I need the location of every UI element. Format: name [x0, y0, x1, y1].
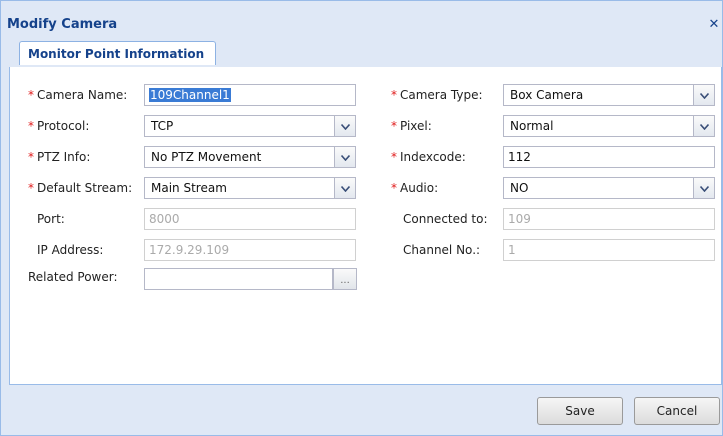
ptz-info-label: * PTZ Info: — [28, 150, 90, 164]
form-panel: * Camera Name: 109Channel1 * Protocol: TCP… — [9, 67, 722, 385]
related-power-label: Related Power: — [28, 270, 118, 284]
cancel-button[interactable]: Cancel — [634, 397, 720, 425]
ptz-info-value: No PTZ Movement — [151, 150, 262, 164]
chevron-down-icon[interactable] — [693, 116, 714, 136]
required-marker: * — [391, 119, 397, 133]
related-power-browse-button[interactable]: ... — [333, 268, 357, 290]
camera-type-label: * Camera Type: — [391, 88, 483, 102]
chevron-down-icon[interactable] — [334, 178, 355, 198]
ptz-info-label-text: PTZ Info: — [37, 150, 91, 164]
protocol-value: TCP — [151, 119, 174, 133]
pixel-label: * Pixel: — [391, 119, 432, 133]
tab-strip: Monitor Point Information — [9, 41, 722, 68]
required-marker: * — [391, 88, 397, 102]
port-label: Port: — [37, 212, 65, 226]
audio-value: NO — [510, 181, 529, 195]
protocol-label-text: Protocol: — [37, 119, 90, 133]
required-marker: * — [28, 181, 34, 195]
indexcode-label-text: Indexcode: — [400, 150, 466, 164]
connected-to-label: Connected to: — [403, 212, 488, 226]
connected-to-input: 109 — [503, 208, 715, 230]
ip-address-input: 172.9.29.109 — [144, 239, 356, 261]
camera-type-label-text: Camera Type: — [400, 88, 483, 102]
camera-name-label-text: Camera Name: — [37, 88, 128, 102]
pixel-label-text: Pixel: — [400, 119, 432, 133]
chevron-down-icon[interactable] — [334, 116, 355, 136]
camera-name-label: * Camera Name: — [28, 88, 127, 102]
channel-no-input: 1 — [503, 239, 715, 261]
dialog-footer: Save Cancel — [9, 385, 722, 435]
default-stream-value: Main Stream — [151, 181, 227, 195]
protocol-select[interactable]: TCP — [144, 115, 356, 137]
ip-address-label: IP Address: — [37, 243, 104, 257]
camera-type-value: Box Camera — [510, 88, 584, 102]
channel-no-label: Channel No.: — [403, 243, 481, 257]
required-marker: * — [28, 88, 34, 102]
audio-select[interactable]: NO — [503, 177, 715, 199]
pixel-value: Normal — [510, 119, 554, 133]
related-power-input[interactable] — [144, 268, 333, 290]
required-marker: * — [391, 150, 397, 164]
close-icon[interactable]: ✕ — [708, 18, 720, 32]
indexcode-label: * Indexcode: — [391, 150, 466, 164]
modify-camera-dialog: Modify Camera ✕ Monitor Point Informatio… — [0, 0, 723, 436]
port-input: 8000 — [144, 208, 356, 230]
indexcode-input[interactable]: 112 — [503, 146, 715, 168]
camera-name-input[interactable]: 109Channel1 — [144, 84, 356, 106]
default-stream-label-text: Default Stream: — [37, 181, 133, 195]
camera-name-value: 109Channel1 — [149, 88, 231, 102]
required-marker: * — [28, 119, 34, 133]
audio-label-text: Audio: — [400, 181, 439, 195]
camera-type-select[interactable]: Box Camera — [503, 84, 715, 106]
dialog-titlebar[interactable]: Modify Camera ✕ — [1, 1, 722, 33]
audio-label: * Audio: — [391, 181, 438, 195]
protocol-label: * Protocol: — [28, 119, 89, 133]
chevron-down-icon[interactable] — [693, 85, 714, 105]
required-marker: * — [391, 181, 397, 195]
pixel-select[interactable]: Normal — [503, 115, 715, 137]
tab-monitor-point-information[interactable]: Monitor Point Information — [19, 41, 216, 65]
default-stream-label: * Default Stream: — [28, 181, 132, 195]
ptz-info-select[interactable]: No PTZ Movement — [144, 146, 356, 168]
save-button[interactable]: Save — [537, 397, 623, 425]
default-stream-select[interactable]: Main Stream — [144, 177, 356, 199]
chevron-down-icon[interactable] — [334, 147, 355, 167]
chevron-down-icon[interactable] — [693, 178, 714, 198]
required-marker: * — [28, 150, 34, 164]
dialog-title: Modify Camera — [7, 17, 118, 32]
